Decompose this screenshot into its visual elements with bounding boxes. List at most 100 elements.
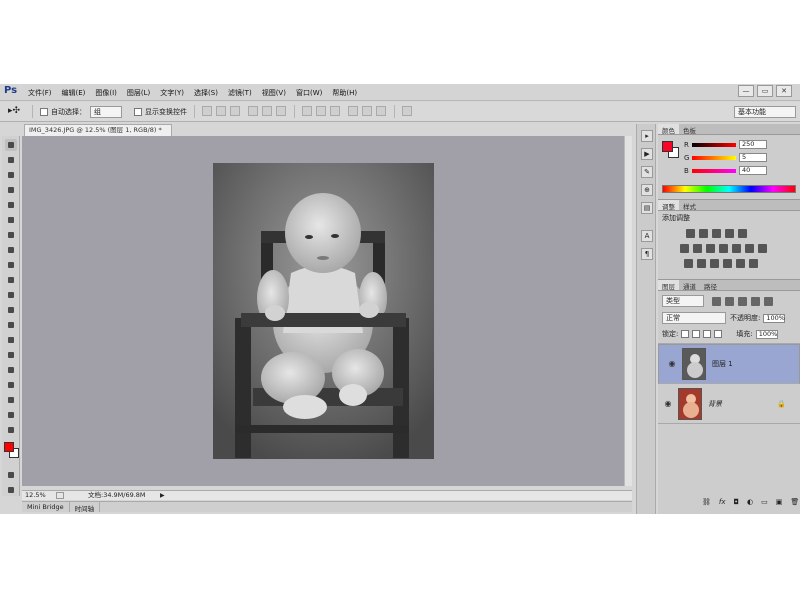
new-group-icon[interactable]: ▭ [761,498,768,506]
align-left-icon[interactable] [248,106,258,116]
quick-mask-icon[interactable] [5,469,17,481]
dodge-tool-icon[interactable] [5,334,17,346]
new-layer-icon[interactable]: ▣ [776,498,783,506]
filter-shape-icon[interactable] [751,296,760,306]
distribute-bottom-icon[interactable] [330,106,340,116]
tab-swatches[interactable]: 色板 [679,124,700,135]
menu-file[interactable]: 文件(F) [28,88,52,98]
minimize-button[interactable]: — [738,85,754,97]
eye-icon[interactable]: ◉ [666,359,678,369]
gradient-tool-icon[interactable] [5,304,17,316]
tab-layers[interactable]: 图层 [658,280,679,291]
hand-tool-icon[interactable] [5,409,17,421]
quick-select-tool-icon[interactable] [5,184,17,196]
exposure-icon[interactable] [725,229,734,238]
color-lookup-icon[interactable] [758,244,767,253]
foreground-color-swatch[interactable] [4,442,14,452]
delete-layer-icon[interactable]: 🗑 [790,498,799,506]
curves-icon[interactable] [712,229,721,238]
menu-help[interactable]: 帮助(H) [332,88,357,98]
align-vcenter-icon[interactable] [216,106,226,116]
auto-select-checkbox[interactable] [40,108,48,116]
channel-g-value[interactable]: 5 [739,153,767,162]
eye-icon[interactable]: ◉ [662,399,674,408]
levels-icon[interactable] [699,229,708,238]
distribute-hcenter-icon[interactable] [362,106,372,116]
vertical-scrollbar[interactable] [624,136,632,486]
properties-panel-icon[interactable]: ▤ [641,202,653,214]
tab-styles[interactable]: 样式 [679,200,700,211]
color-ramp[interactable] [662,185,796,193]
eyedropper-tool-icon[interactable] [5,214,17,226]
tab-timeline[interactable]: 时间轴 [70,502,101,513]
brush-tool-icon[interactable] [5,244,17,256]
fx-icon[interactable]: fx [719,498,726,506]
blend-mode-dropdown[interactable]: 正常 [662,312,726,324]
gradient-map-icon[interactable] [738,229,747,238]
filter-adjust-icon[interactable] [725,296,734,306]
pattern-fill-icon[interactable] [749,259,758,268]
lock-pixels-icon[interactable] [692,330,701,338]
fill-input[interactable]: 100% [755,329,778,339]
layer-filter-dropdown[interactable]: 类型 [662,295,704,307]
auto-align-icon[interactable] [402,106,412,116]
channel-b-value[interactable]: 40 [739,166,767,175]
auto-select-dropdown[interactable]: 组 [90,106,122,118]
menu-edit[interactable]: 编辑(E) [62,88,86,98]
shape-tool-icon[interactable] [5,394,17,406]
pen-tool-icon[interactable] [5,349,17,361]
invert-icon[interactable] [684,259,693,268]
menu-select[interactable]: 选择(S) [194,88,218,98]
show-transform-checkbox[interactable] [134,108,142,116]
opacity-input[interactable]: 100% [763,313,786,323]
align-hcenter-icon[interactable] [262,106,272,116]
zoom-tool-icon[interactable] [5,424,17,436]
layer-row-background[interactable]: ◉ 背景 🔒 [658,384,800,424]
tab-mini-bridge[interactable]: Mini Bridge [22,502,70,512]
tab-channels[interactable]: 通道 [679,280,700,291]
black-white-icon[interactable] [719,244,728,253]
blur-tool-icon[interactable] [5,319,17,331]
menu-view[interactable]: 视图(V) [262,88,286,98]
clone-stamp-tool-icon[interactable] [5,259,17,271]
paragraph-panel-icon[interactable]: ¶ [641,248,653,260]
tab-color[interactable]: 颜色 [658,124,679,135]
crop-tool-icon[interactable] [5,199,17,211]
filter-smart-icon[interactable] [764,296,773,306]
posterize-icon[interactable] [697,259,706,268]
brush-panel-icon[interactable]: ✎ [641,166,653,178]
brightness-icon[interactable] [686,229,695,238]
selective-color-icon[interactable] [723,259,732,268]
channel-r-value[interactable]: 250 [739,140,767,149]
distribute-right-icon[interactable] [376,106,386,116]
close-button[interactable]: ✕ [776,85,792,97]
history-brush-tool-icon[interactable] [5,274,17,286]
channel-g-slider[interactable] [692,155,736,160]
threshold-icon[interactable] [710,259,719,268]
eraser-tool-icon[interactable] [5,289,17,301]
add-mask-icon[interactable]: ◘ [734,498,740,506]
hue-saturation-icon[interactable] [693,244,702,253]
clone-source-icon[interactable]: ⊕ [641,184,653,196]
screen-mode-icon[interactable] [5,484,17,496]
lock-transparent-icon[interactable] [681,330,690,338]
lock-all-icon[interactable] [714,330,723,338]
document-tab[interactable]: IMG_3426.JPG @ 12.5% (图层 1, RGB/8) * [24,124,172,136]
tab-adjustments[interactable]: 调整 [658,200,679,211]
doc-info[interactable]: 文档:34.9M/69.8M [88,491,146,500]
vibrance-icon[interactable] [680,244,689,253]
color-balance-icon[interactable] [706,244,715,253]
lasso-tool-icon[interactable] [5,169,17,181]
new-adjustment-icon[interactable]: ◐ [747,498,753,506]
actions-panel-icon[interactable]: ▶ [641,148,653,160]
photo-filter-icon[interactable] [732,244,741,253]
channel-r-slider[interactable] [692,142,736,147]
distribute-vcenter-icon[interactable] [316,106,326,116]
marquee-tool-icon[interactable] [5,154,17,166]
layer-name[interactable]: 图层 1 [712,359,733,369]
channel-b-slider[interactable] [692,168,736,173]
type-tool-icon[interactable] [5,364,17,376]
workspace-dropdown[interactable]: 基本功能 [734,106,796,118]
filter-pixel-icon[interactable] [712,296,721,306]
menu-filter[interactable]: 滤镜(T) [228,88,252,98]
